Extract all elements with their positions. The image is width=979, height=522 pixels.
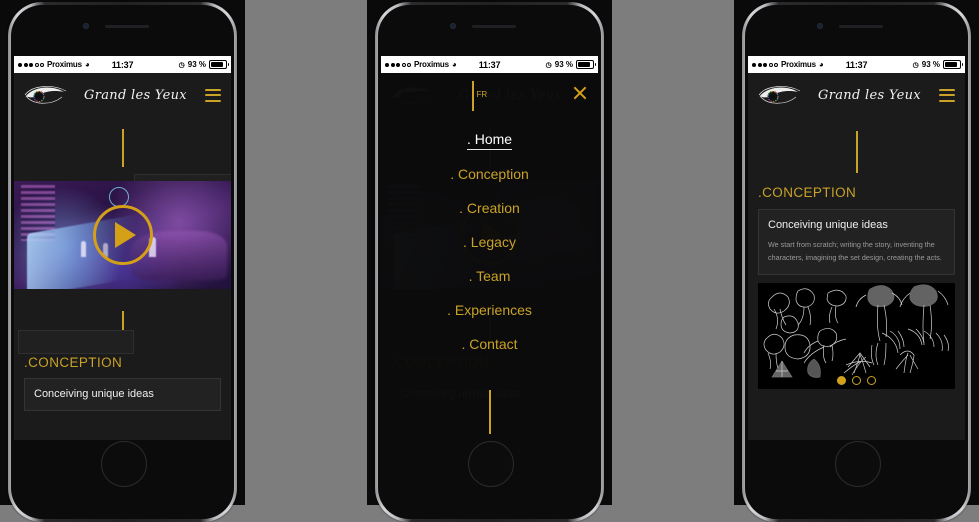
screenshot-stage: Proximus ◕ 11:37 ◷ 93 % Grand les Yeux .… xyxy=(0,0,979,522)
carousel-dot-2[interactable] xyxy=(852,376,861,386)
conception-card-body: We start from scratch; writing the story… xyxy=(768,240,942,262)
earpiece-speaker xyxy=(471,25,516,28)
alarm-icon: ◷ xyxy=(545,61,552,69)
section-title-conception: .CONCEPTION xyxy=(24,355,123,370)
menu-list: . Home . Conception . Creation . Legacy … xyxy=(381,117,598,370)
carrier-label: Proximus xyxy=(47,60,82,69)
clock-label: 11:37 xyxy=(845,59,868,70)
screen-1: Proximus ◕ 11:37 ◷ 93 % Grand les Yeux .… xyxy=(14,56,231,440)
front-camera-icon xyxy=(82,23,89,29)
conception-card-title: Conceiving unique ideas xyxy=(768,219,888,231)
site-header-3: Grand les Yeux xyxy=(748,73,965,117)
battery-percent-label: 93 % xyxy=(187,60,206,69)
language-gold-bar xyxy=(471,81,474,111)
signal-strength-icon xyxy=(385,62,411,67)
performer-figure xyxy=(81,240,87,257)
page-content-1: .CONCEPTION Conceiving unique ideas xyxy=(14,117,231,440)
phone-top-hardware xyxy=(734,0,979,54)
battery-percent-label: 93 % xyxy=(921,60,940,69)
hamburger-menu-icon[interactable] xyxy=(939,88,955,102)
language-toggle[interactable]: FR xyxy=(471,81,488,111)
phone-menu: Proximus ◕ 11:37 ◷ 93 % Grand le xyxy=(367,0,612,522)
menu-item-team[interactable]: . Team xyxy=(469,269,511,286)
gold-divider-bar xyxy=(121,129,124,167)
page-content-3: .CONCEPTION Conceiving unique ideas We s… xyxy=(748,117,965,440)
home-button[interactable] xyxy=(834,441,881,487)
clock-label: 11:37 xyxy=(478,59,501,70)
alarm-icon: ◷ xyxy=(912,61,919,69)
battery-icon xyxy=(209,60,229,69)
phone-conception: Proximus ◕ 11:37 ◷ 93 % Grand les Yeux .… xyxy=(734,0,979,522)
eye-logo-icon[interactable] xyxy=(24,84,70,106)
battery-percent-label: 93 % xyxy=(554,60,573,69)
brand-wordmark: Grand les Yeux xyxy=(84,87,187,103)
carousel-dot-3[interactable] xyxy=(867,376,876,386)
screen-2: Proximus ◕ 11:37 ◷ 93 % Grand le xyxy=(381,56,598,440)
status-bar: Proximus ◕ 11:37 ◷ 93 % xyxy=(381,56,598,73)
menu-overlay: FR . Home . Conception . Creation . Lega… xyxy=(381,73,598,440)
home-button[interactable] xyxy=(100,441,147,487)
earpiece-speaker xyxy=(104,25,149,28)
sketch-gallery[interactable] xyxy=(758,283,955,390)
conception-card-title: Conceiving unique ideas xyxy=(34,388,154,400)
menu-item-creation[interactable]: . Creation xyxy=(459,201,520,218)
front-camera-icon xyxy=(449,23,456,29)
earpiece-speaker xyxy=(838,25,883,28)
gold-divider-bar xyxy=(855,131,858,173)
menu-item-legacy[interactable]: . Legacy xyxy=(463,235,516,252)
status-bar: Proximus ◕ 11:37 ◷ 93 % xyxy=(748,56,965,73)
carousel-dots[interactable] xyxy=(758,376,955,386)
status-bar: Proximus ◕ 11:37 ◷ 93 % xyxy=(14,56,231,73)
section-title-conception: .CONCEPTION xyxy=(758,185,857,200)
wifi-icon: ◕ xyxy=(84,60,90,69)
screen-3: Proximus ◕ 11:37 ◷ 93 % Grand les Yeux .… xyxy=(748,56,965,440)
gold-divider-bar xyxy=(488,390,491,434)
brand-wordmark: Grand les Yeux xyxy=(818,87,921,103)
menu-item-contact[interactable]: . Contact xyxy=(461,337,517,354)
battery-icon xyxy=(576,60,596,69)
signal-strength-icon xyxy=(752,62,778,67)
carrier-label: Proximus xyxy=(781,60,816,69)
menu-item-home[interactable]: . Home xyxy=(466,132,513,150)
video-thumbnail[interactable] xyxy=(14,181,231,289)
play-button-icon[interactable] xyxy=(92,205,153,265)
menu-item-experiences[interactable]: . Experiences xyxy=(447,303,532,320)
background-card-ghost xyxy=(18,330,134,354)
carousel-dot-1[interactable] xyxy=(837,376,846,386)
signal-strength-icon xyxy=(18,62,44,67)
conception-card: Conceiving unique ideas We start from sc… xyxy=(758,209,955,276)
conception-card[interactable]: Conceiving unique ideas xyxy=(24,378,221,411)
carrier-label: Proximus xyxy=(414,60,449,69)
menu-header: FR xyxy=(381,73,598,117)
battery-icon xyxy=(943,60,963,69)
wifi-icon: ◕ xyxy=(451,60,457,69)
language-label: FR xyxy=(476,90,488,99)
close-x-icon[interactable] xyxy=(572,85,588,101)
phone-home: Proximus ◕ 11:37 ◷ 93 % Grand les Yeux .… xyxy=(0,0,245,522)
eye-logo-icon[interactable] xyxy=(758,84,804,106)
home-button[interactable] xyxy=(467,441,514,487)
hamburger-menu-icon[interactable] xyxy=(205,88,221,102)
site-header-1: Grand les Yeux xyxy=(14,73,231,117)
alarm-icon: ◷ xyxy=(178,61,185,69)
phone-top-hardware xyxy=(367,0,612,54)
clock-label: 11:37 xyxy=(111,59,134,70)
phone-top-hardware xyxy=(0,0,245,54)
menu-item-conception[interactable]: . Conception xyxy=(450,167,529,184)
gallery-sketches xyxy=(763,284,949,379)
wifi-icon: ◕ xyxy=(818,60,824,69)
front-camera-icon xyxy=(816,23,823,29)
